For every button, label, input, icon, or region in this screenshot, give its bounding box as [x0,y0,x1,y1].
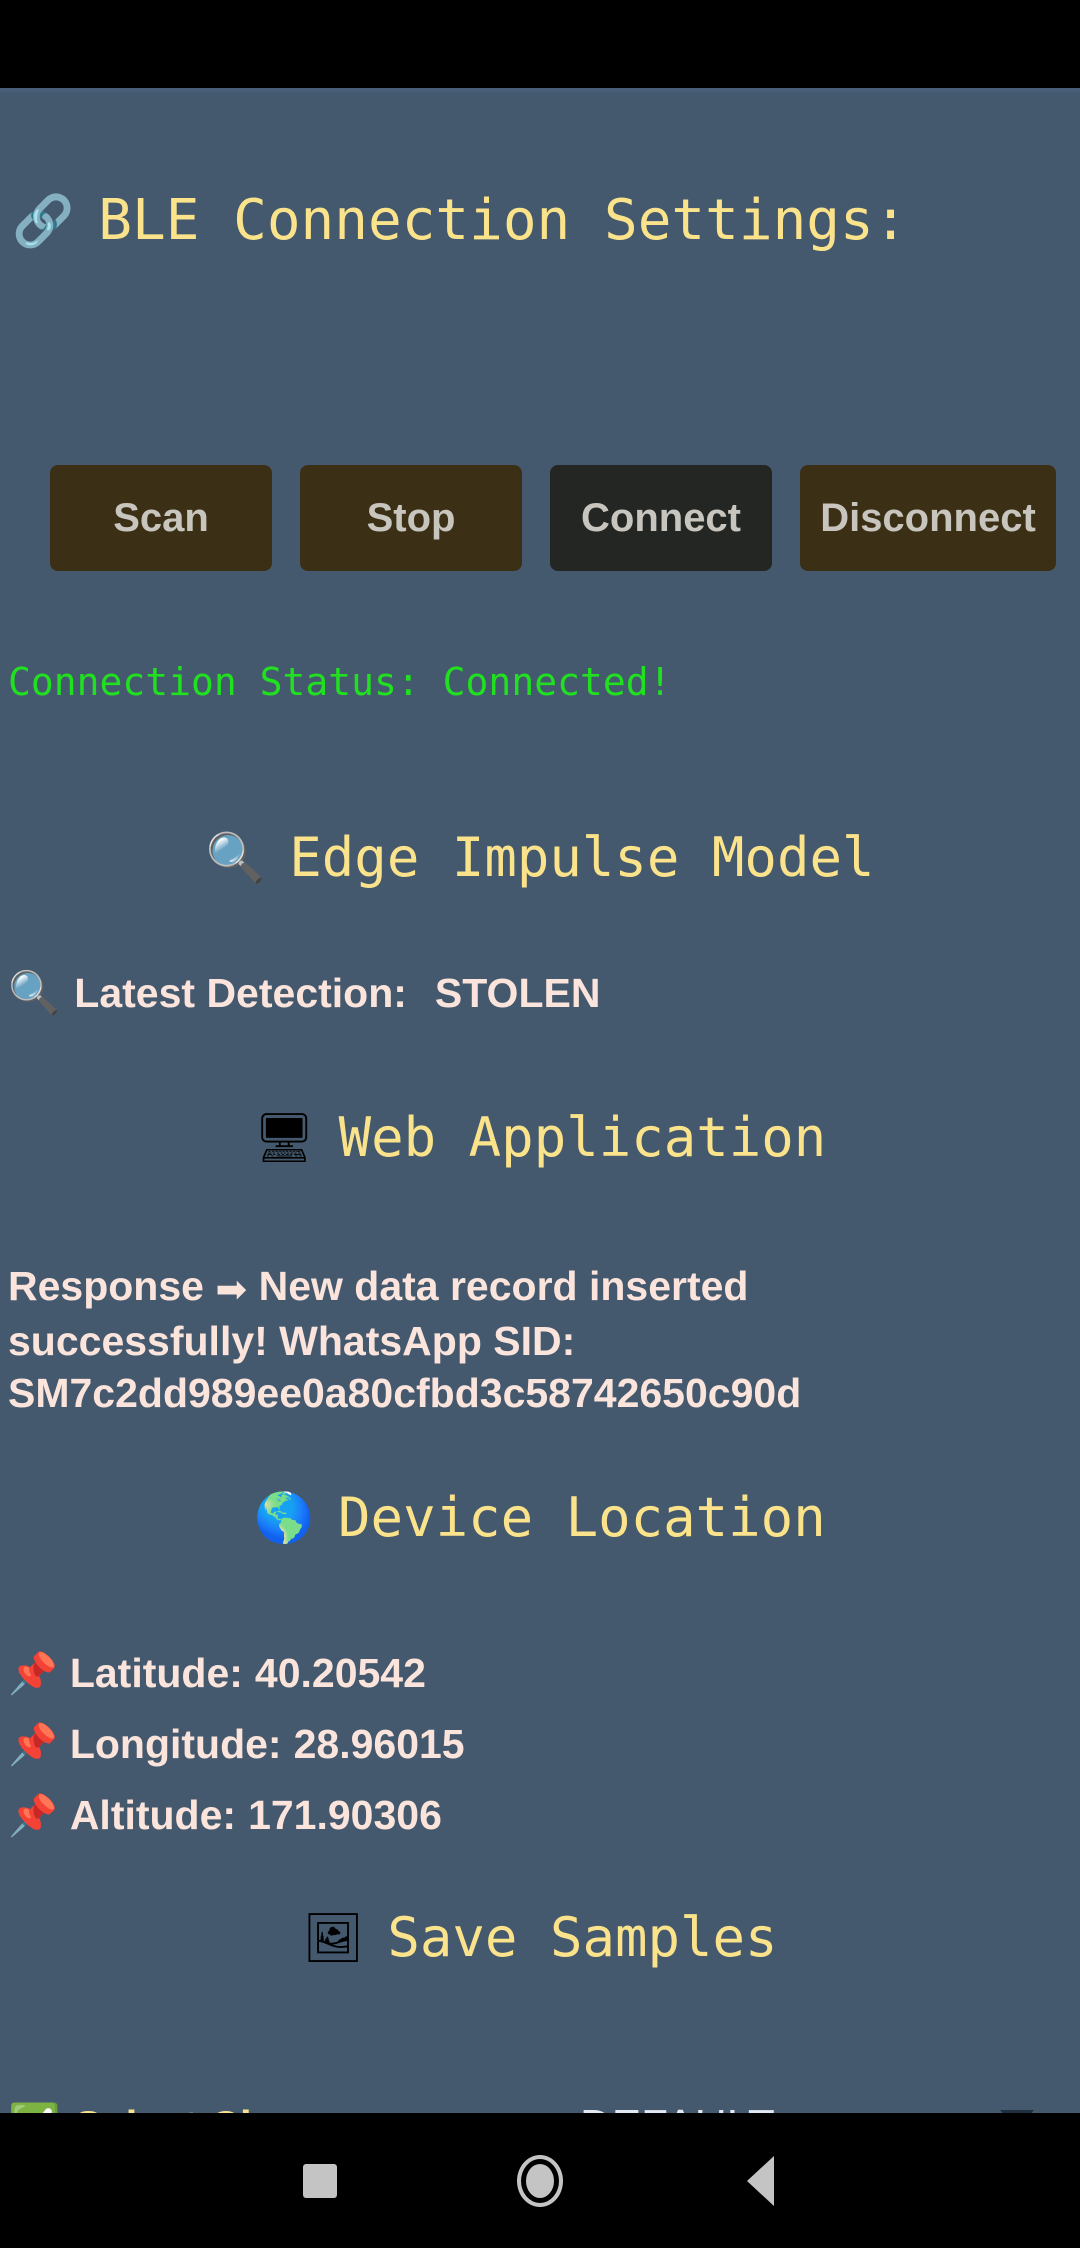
ble-button-row: Scan Stop Connect Disconnect [50,465,1056,571]
longitude-row: 📌 Longitude: 28.96015 [8,1721,465,1768]
pushpin-icon: 📌 [8,1651,58,1697]
page-title-text: BLE Connection Settings: [98,188,908,253]
edge-impulse-heading-text: Edge Impulse Model [289,826,875,889]
home-button[interactable] [430,2154,650,2207]
link-chain-icon: 🔗 [12,192,75,250]
earth-globe-icon: 🌎 [254,1489,315,1546]
home-circle-icon [517,2154,563,2207]
latitude-label: Latitude: [69,1650,243,1696]
pushpin-icon: 📌 [8,1722,58,1768]
altitude-label: Altitude: [69,1792,237,1838]
app-content-area: 🔗 BLE Connection Settings: Scan Stop Con… [0,88,1080,2113]
connect-button[interactable]: Connect [550,465,772,571]
magnifying-glass-icon: 🔍 [8,968,61,1017]
latest-detection-row: 🔍 Latest Detection: STOLEN [8,968,600,1018]
page-title: 🔗 BLE Connection Settings: [12,193,907,249]
phone-screen: 🔗 BLE Connection Settings: Scan Stop Con… [0,0,1080,2248]
disconnect-button[interactable]: Disconnect [800,465,1056,571]
check-mark-icon: ✅ [8,2105,60,2114]
pushpin-icon: 📌 [8,1793,58,1839]
content-top-divider [0,88,1080,92]
longitude-value: 28.96015 [293,1721,465,1767]
connection-status-text: Connection Status: Connected! [8,660,672,704]
altitude-value: 171.90306 [248,1792,442,1838]
web-response-message: Response ➡ New data record inserted succ… [8,1260,908,1419]
latest-detection-label: Latest Detection: [74,969,407,1016]
select-class-row[interactable]: ✅ Select Class: DEFAULT [0,2096,1080,2113]
select-class-label: ✅ Select Class: [8,2096,336,2113]
altitude-row: 📌 Altitude: 171.90306 [8,1792,442,1839]
right-arrow-icon: ➡ [215,1267,248,1311]
framed-picture-icon: 🖼 [302,1909,364,1966]
select-class-label-text: Select Class: [74,2096,335,2113]
stop-button[interactable]: Stop [300,465,522,571]
web-application-heading: 🖥 Web Application [0,1106,1080,1169]
recents-square-icon [303,2163,337,2198]
scan-button[interactable]: Scan [50,465,272,571]
edge-impulse-heading: 🔍 Edge Impulse Model [0,826,1080,889]
device-location-heading: 🌎 Device Location [0,1486,1080,1549]
recents-button[interactable] [210,2163,430,2198]
save-samples-heading-text: Save Samples [387,1906,778,1969]
back-triangle-icon [746,2155,774,2206]
select-class-value[interactable]: DEFAULT [580,2096,775,2113]
latest-detection-value: STOLEN [434,969,601,1016]
desktop-computer-icon: 🖥 [253,1109,315,1166]
response-prefix-text: Response [8,1263,216,1309]
back-button[interactable] [650,2155,870,2206]
longitude-label: Longitude: [69,1721,282,1767]
magnifying-glass-icon: 🔍 [205,829,266,886]
android-navigation-bar [0,2113,1080,2248]
web-application-heading-text: Web Application [338,1106,827,1169]
latitude-row: 📌 Latitude: 40.20542 [8,1650,426,1697]
save-samples-heading: 🖼 Save Samples [0,1906,1080,1969]
latitude-value: 40.20542 [254,1650,426,1696]
device-location-heading-text: Device Location [338,1486,826,1549]
android-status-bar [0,0,1080,88]
